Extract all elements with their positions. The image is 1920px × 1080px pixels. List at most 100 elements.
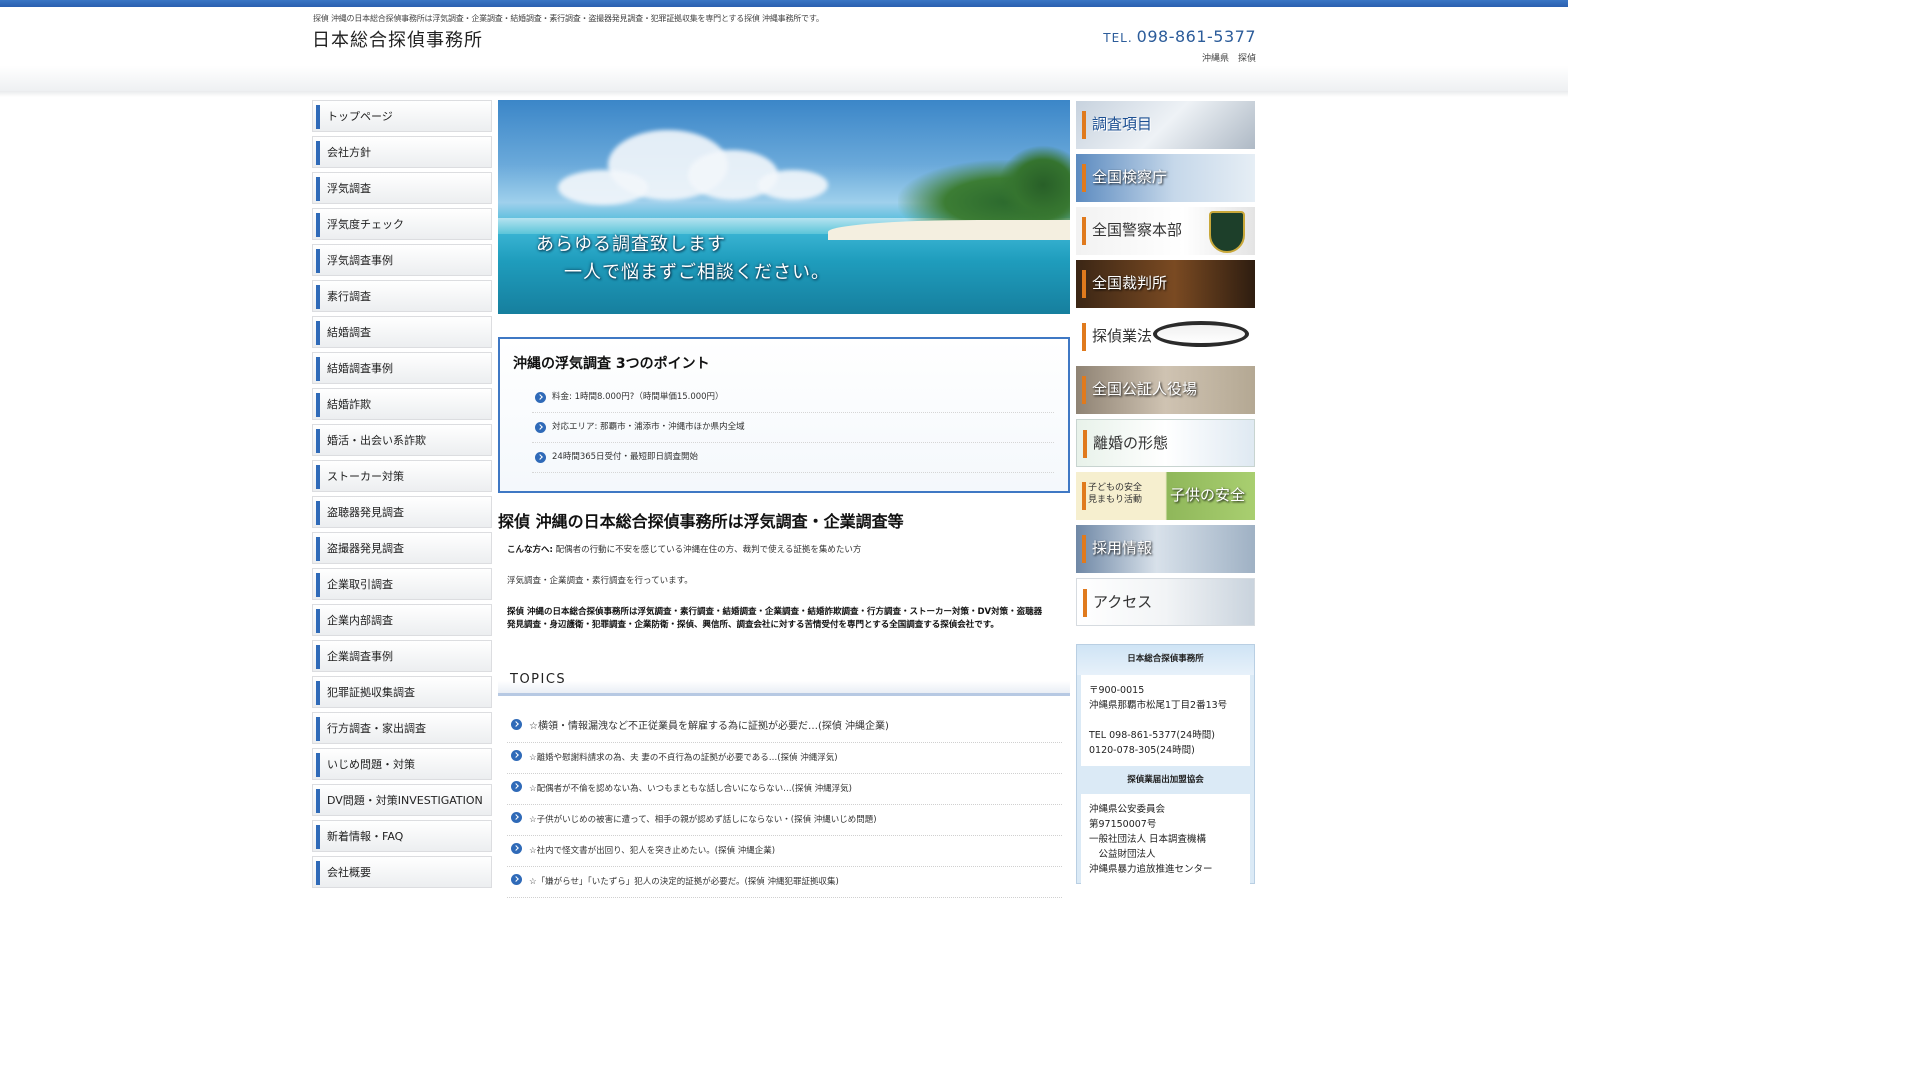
banner-police-hq[interactable]: 全国警察本部	[1076, 207, 1255, 255]
nav-item-dv[interactable]: DV問題・対策INVESTIGATION	[312, 784, 492, 816]
nav-item-label: 犯罪証拠収集調査	[327, 686, 415, 699]
topics-item[interactable]: ☆配偶者が不倫を認めない為、いつもまともな話し合いにならない…(探偵 沖縄浮気)	[507, 774, 1062, 805]
header-tel[interactable]: TEL. 098-861-5377	[1103, 27, 1256, 46]
banner-divorce-forms[interactable]: 離婚の形態	[1076, 419, 1255, 467]
nav-marker	[316, 393, 320, 417]
banner-prosecutors-office[interactable]: 全国検察庁	[1076, 154, 1255, 202]
association-line: 公益財団法人	[1089, 849, 1156, 860]
office-freedial[interactable]: 0120-078-305(24時間)	[1089, 743, 1242, 758]
nav-item-internal[interactable]: 企業内部調査	[312, 604, 492, 636]
banner-label: 調査項目	[1092, 115, 1153, 133]
office-tel[interactable]: TEL 098-861-5377(24時間)	[1089, 728, 1242, 743]
nav-item-affair-cases[interactable]: 浮気調査事例	[312, 244, 492, 276]
nav-item-label: 結婚調査	[327, 326, 371, 339]
banner-label: 全国公証人役場	[1092, 380, 1198, 398]
points-title: 沖縄の浮気調査 3つのポイント	[513, 356, 710, 372]
intro-text: 配偶者の行動に不安を感じている沖縄在住の方、裁判で使える証拠を集めたい方	[552, 545, 862, 555]
topics-item-text: ☆配偶者が不倫を認めない為、いつもまともな話し合いにならない…(探偵 沖縄浮気)	[529, 784, 852, 794]
banner-marker	[1082, 376, 1086, 404]
nav-marker	[316, 429, 320, 453]
topics-item-text: ☆離婚や慰謝料請求の為、夫 妻の不貞行為の証拠が必要である…(探偵 沖縄浮気)	[529, 753, 838, 763]
nav-item-label: 結婚調査事例	[327, 362, 393, 375]
nav-marker	[316, 105, 320, 129]
nav-item-label: 新着情報・FAQ	[327, 830, 404, 843]
right-banners: 調査項目 全国検察庁 全国警察本部 全国裁判所 探偵業法 全国公証人役場 離婚の…	[1076, 101, 1255, 631]
topics-item[interactable]: ☆「嫌がらせ」「いたずら」犯人の決定的証拠が必要だ。(探偵 沖縄犯罪証拠収集)	[507, 867, 1062, 898]
banner-small-text: 子どもの安全 見まもり活動	[1088, 482, 1142, 506]
nav-item-corporate-cases[interactable]: 企業調査事例	[312, 640, 492, 672]
arrow-right-icon	[511, 843, 522, 854]
points-item: 対応エリア: 那覇市・浦添市・沖縄市ほか県内全域	[532, 413, 1054, 443]
header-tagline: 探偵 沖縄の日本総合探偵事務所は浮気調査・企業調査・結婚調査・素行調査・盗撮器発…	[313, 14, 824, 23]
nav-marker	[316, 645, 320, 669]
office-info: 日本総合探偵事務所 〒900-0015 沖縄県那覇市松尾1丁目2番13号 TEL…	[1076, 644, 1255, 885]
banner-label: 全国警察本部	[1092, 221, 1183, 239]
banner-detective-law[interactable]: 探偵業法	[1076, 313, 1255, 361]
nav-item-affair[interactable]: 浮気調査	[312, 172, 492, 204]
nav-item-label: 婚活・出会い系詐欺	[327, 434, 426, 447]
nav-item-policy[interactable]: 会社方針	[312, 136, 492, 168]
banner-marker	[1082, 535, 1086, 563]
banner-child-safety[interactable]: 子どもの安全 見まもり活動 子供の安全	[1076, 472, 1255, 520]
nav-marker	[316, 717, 320, 741]
association-line: 沖縄県暴力追放推進センター	[1089, 864, 1213, 875]
topics-list: ☆横領・情報漏洩など不正従業員を解雇する為に証拠が必要だ…(探偵 沖縄企業) ☆…	[507, 712, 1062, 898]
nav-item-marriage-cases[interactable]: 結婚調査事例	[312, 352, 492, 384]
nav-item-company[interactable]: 会社概要	[312, 856, 492, 888]
topics-item[interactable]: ☆離婚や慰謝料請求の為、夫 妻の不貞行為の証拠が必要である…(探偵 沖縄浮気)	[507, 743, 1062, 774]
intro-strong: こんな方へ:	[507, 545, 553, 555]
nav-item-missing[interactable]: 行方調査・家出調査	[312, 712, 492, 744]
nav-item-crime-evidence[interactable]: 犯罪証拠収集調査	[312, 676, 492, 708]
nav-item-marriage[interactable]: 結婚調査	[312, 316, 492, 348]
nav-item-business-deals[interactable]: 企業取引調査	[312, 568, 492, 600]
site-title[interactable]: 日本総合探偵事務所	[312, 26, 483, 52]
nav-item-dating-fraud[interactable]: 婚活・出会い系詐欺	[312, 424, 492, 456]
association-list: 沖縄県公安委員会 第97150007号 一般社団法人 日本調査機構 公益財団法人…	[1081, 794, 1250, 885]
nav-item-label: 企業内部調査	[327, 614, 393, 627]
nav-marker	[316, 357, 320, 381]
banner-courts[interactable]: 全国裁判所	[1076, 260, 1255, 308]
header-region: 沖縄県 探偵	[1201, 54, 1256, 64]
nav-item-label: 企業調査事例	[327, 650, 393, 663]
description-paragraph: 探偵 沖縄の日本総合探偵事務所は浮気調査・素行調査・結婚調査・企業調査・結婚詐欺…	[507, 607, 1043, 630]
nav-marker	[316, 141, 320, 165]
nav-item-label: 結婚詐欺	[327, 398, 371, 411]
nav-item-label: ストーカー対策	[327, 470, 404, 483]
nav-item-marriage-fraud[interactable]: 結婚詐欺	[312, 388, 492, 420]
points-list: 料金: 1時間8.000円?（時間単価15.000円） 対応エリア: 那覇市・浦…	[532, 383, 1054, 473]
topics-title: TOPICS	[510, 672, 567, 687]
topics-item[interactable]: ☆横領・情報漏洩など不正従業員を解雇する為に証拠が必要だ…(探偵 沖縄企業)	[507, 712, 1062, 743]
nav-marker	[316, 501, 320, 525]
nav-marker	[316, 249, 320, 273]
nav-item-bullying[interactable]: いじめ問題・対策	[312, 748, 492, 780]
tel-label: TEL.	[1103, 31, 1133, 45]
nav-item-bug-detection[interactable]: 盗聴器発見調査	[312, 496, 492, 528]
nav-item-news-faq[interactable]: 新着情報・FAQ	[312, 820, 492, 852]
banner-label: 採用情報	[1092, 539, 1153, 557]
banner-small-line: 子どもの安全	[1088, 483, 1143, 493]
nav-item-conduct[interactable]: 素行調査	[312, 280, 492, 312]
nav-item-camera-detection[interactable]: 盗撮器発見調査	[312, 532, 492, 564]
nav-marker	[316, 321, 320, 345]
nav-item-label: 企業取引調査	[327, 578, 393, 591]
banner-access[interactable]: アクセス	[1076, 578, 1255, 626]
nav-item-affair-check[interactable]: 浮気度チェック	[312, 208, 492, 240]
nav-marker	[316, 861, 320, 885]
banner-investigation-items[interactable]: 調査項目	[1076, 101, 1255, 149]
topics-item[interactable]: ☆社内で怪文書が出回り、犯人を突き止めたい。(探偵 沖縄企業)	[507, 836, 1062, 867]
points-item: 24時間365日受付・最短即日調査開始	[532, 443, 1054, 473]
page-wrapper: 探偵 沖縄の日本総合探偵事務所は浮気調査・企業調査・結婚調査・素行調査・盗撮器発…	[311, 0, 1256, 898]
nav-item-stalker[interactable]: ストーカー対策	[312, 460, 492, 492]
nav-item-top[interactable]: トップページ	[312, 100, 492, 132]
nav-marker	[316, 213, 320, 237]
arrow-right-icon	[511, 719, 522, 730]
association-line: 一般社団法人 日本調査機構	[1089, 834, 1207, 845]
nav-marker	[316, 753, 320, 777]
topics-item[interactable]: ☆子供がいじめの被害に遭って、相手の親が認めず話しにならない・(探偵 沖縄いじめ…	[507, 805, 1062, 836]
banner-label: 子供の安全	[1170, 486, 1246, 504]
banner-recruitment[interactable]: 採用情報	[1076, 525, 1255, 573]
banner-notary-offices[interactable]: 全国公証人役場	[1076, 366, 1255, 414]
banner-label: 探偵業法	[1092, 327, 1153, 345]
points-item-text: 料金: 1時間8.000円?（時間単価15.000円）	[552, 392, 724, 402]
hero-banner: あらゆる調査致します 一人で悩まずご相談ください。	[498, 100, 1070, 314]
